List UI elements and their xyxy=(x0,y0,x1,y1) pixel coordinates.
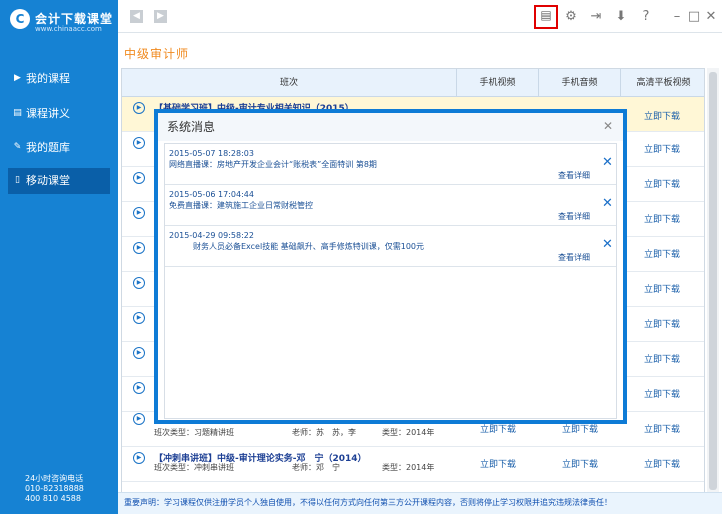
play-icon[interactable]: ▶ xyxy=(133,172,145,184)
forward-arrow-icon[interactable]: ▶ xyxy=(154,10,167,23)
message-date: 2015-04-29 09:58:22 xyxy=(169,231,254,240)
hotline-title: 24小时咨询电话 xyxy=(25,474,84,483)
course-teacher: 老师：邓 宁 xyxy=(292,463,340,472)
download-link[interactable]: 立即下载 xyxy=(459,457,537,470)
download-link[interactable]: 立即下载 xyxy=(623,282,701,295)
message-date: 2015-05-06 17:04:44 xyxy=(169,190,254,199)
download-link[interactable]: 立即下载 xyxy=(623,142,701,155)
footer-notice-text: 重要声明：学习课程仅供注册学员个人独自使用，不得以任何方式向任何第三方公开课程内… xyxy=(124,498,612,507)
footer-notice: 重要声明：学习课程仅供注册学员个人独自使用，不得以任何方式向任何第三方公开课程内… xyxy=(118,492,722,514)
download-link[interactable]: 立即下载 xyxy=(623,457,701,470)
message-text: 免费直播课：建筑施工企业日常财税管控 xyxy=(169,201,313,210)
play-icon[interactable]: ▶ xyxy=(133,312,145,324)
top-toolbar: ◀ ▶ ▤ ⚙ ⇥ ⬇ ? – □ ✕ xyxy=(118,0,722,33)
course-type: 班次类型：习题精讲班 xyxy=(154,428,234,437)
close-icon[interactable]: ✕ xyxy=(701,7,721,27)
document-icon: ▤ xyxy=(13,108,22,118)
course-kind: 类型：2014年 xyxy=(382,463,435,472)
play-icon[interactable]: ▶ xyxy=(133,137,145,149)
download-link[interactable]: 立即下载 xyxy=(623,422,701,435)
mobile-icon: ▯ xyxy=(15,175,20,185)
message-list: 2015-05-07 18:28:03 网络直播课：房地产开发企业会计“账税表”全… xyxy=(164,143,617,419)
header-class: 班次 xyxy=(122,69,457,97)
sidebar-item-mobile-class[interactable]: ▯ 移动课堂 xyxy=(8,168,110,194)
sidebar: C 会计下载课堂 www.chinaacc.com ▶ 我的课程 ▤ 课程讲义 … xyxy=(0,0,118,514)
sidebar-item-question-bank[interactable]: ✎ 我的题库 xyxy=(8,135,110,161)
app-site: www.chinaacc.com xyxy=(35,25,102,33)
system-message-dialog: 系统消息 ✕ 2015-05-07 18:28:03 网络直播课：房地产开发企业会… xyxy=(154,109,627,424)
message-item: 2015-04-29 09:58:22 财务人员必备Excel技能 基础飙升、高… xyxy=(165,226,616,267)
course-teacher: 老师：苏 苏，李 xyxy=(292,428,356,437)
login-icon[interactable]: ⇥ xyxy=(586,7,606,27)
sidebar-item-my-courses[interactable]: ▶ 我的课程 xyxy=(8,66,110,92)
download-link[interactable]: 立即下载 xyxy=(623,212,701,225)
play-icon[interactable]: ▶ xyxy=(133,207,145,219)
sidebar-item-handouts[interactable]: ▤ 课程讲义 xyxy=(8,101,110,127)
download-link[interactable]: 立即下载 xyxy=(623,177,701,190)
message-item: 2015-05-06 17:04:44 免费直播课：建筑施工企业日常财税管控查看详… xyxy=(165,185,616,226)
download-link[interactable]: 立即下载 xyxy=(623,317,701,330)
delete-icon[interactable]: ✕ xyxy=(602,237,613,252)
hotline-phone-1: 010-82318888 xyxy=(25,484,84,493)
play-icon[interactable]: ▶ xyxy=(133,277,145,289)
hotline-phone-2: 400 810 4588 xyxy=(25,494,81,503)
view-detail-link[interactable]: 查看详细 xyxy=(558,170,590,181)
settings-icon[interactable]: ⚙ xyxy=(561,7,581,27)
play-icon[interactable]: ▶ xyxy=(133,413,145,425)
table-row: ▶ 【冲刺串讲班】中级-审计理论实务-邓 宁（2014） 班次类型：冲刺串讲班 老师：… xyxy=(122,447,704,482)
message-text: 网络直播课：房地产开发企业会计“账税表”全面特训 第8期 xyxy=(169,160,377,169)
play-icon[interactable]: ▶ xyxy=(133,102,145,114)
download-link[interactable]: 立即下载 xyxy=(541,457,619,470)
dialog-header: 系统消息 ✕ xyxy=(158,113,623,141)
play-icon[interactable]: ▶ xyxy=(133,382,145,394)
delete-icon[interactable]: ✕ xyxy=(602,196,613,211)
download-link[interactable]: 立即下载 xyxy=(623,387,701,400)
download-link[interactable]: 立即下载 xyxy=(623,352,701,365)
scrollbar[interactable] xyxy=(707,68,719,494)
close-icon[interactable]: ✕ xyxy=(603,119,613,133)
download-icon[interactable]: ⬇ xyxy=(611,7,631,27)
logo-icon: C xyxy=(10,9,30,29)
sidebar-item-label: 课程讲义 xyxy=(26,107,70,120)
message-item: 2015-05-07 18:28:03 网络直播课：房地产开发企业会计“账税表”全… xyxy=(165,144,616,185)
scrollbar-thumb[interactable] xyxy=(709,72,717,490)
download-link[interactable]: 立即下载 xyxy=(623,247,701,260)
play-circle-icon: ▶ xyxy=(14,73,21,83)
header-mobile-video: 手机视频 xyxy=(457,69,539,97)
table-header: 班次 手机视频 手机音频 高清平板视频 xyxy=(122,69,704,97)
download-link[interactable]: 立即下载 xyxy=(623,109,701,122)
play-icon[interactable]: ▶ xyxy=(133,452,145,464)
delete-icon[interactable]: ✕ xyxy=(602,155,613,170)
back-arrow-icon[interactable]: ◀ xyxy=(130,10,143,23)
view-detail-link[interactable]: 查看详细 xyxy=(558,211,590,222)
course-type: 班次类型：冲刺串讲班 xyxy=(154,463,234,472)
course-kind: 类型：2014年 xyxy=(382,428,435,437)
view-detail-link[interactable]: 查看详细 xyxy=(558,252,590,263)
help-icon[interactable]: ? xyxy=(636,7,656,27)
play-icon[interactable]: ▶ xyxy=(133,347,145,359)
sidebar-item-label: 移动课堂 xyxy=(26,174,70,187)
sidebar-item-label: 我的课程 xyxy=(26,72,70,85)
message-icon[interactable]: ▤ xyxy=(534,5,558,29)
header-hd-tablet-video: 高清平板视频 xyxy=(636,78,691,88)
page-title: 中级审计师 xyxy=(124,47,190,61)
message-text: 财务人员必备Excel技能 基础飙升、高手修炼特训课，仅需100元 xyxy=(169,242,425,251)
hotline: 24小时咨询电话 010-82318888 400 810 4588 xyxy=(25,474,84,504)
message-date: 2015-05-07 18:28:03 xyxy=(169,149,254,158)
play-icon[interactable]: ▶ xyxy=(133,242,145,254)
header-mobile-audio: 手机音频 xyxy=(539,69,621,97)
sidebar-item-label: 我的题库 xyxy=(26,141,70,154)
edit-icon: ✎ xyxy=(13,142,22,152)
dialog-title: 系统消息 xyxy=(167,120,216,134)
